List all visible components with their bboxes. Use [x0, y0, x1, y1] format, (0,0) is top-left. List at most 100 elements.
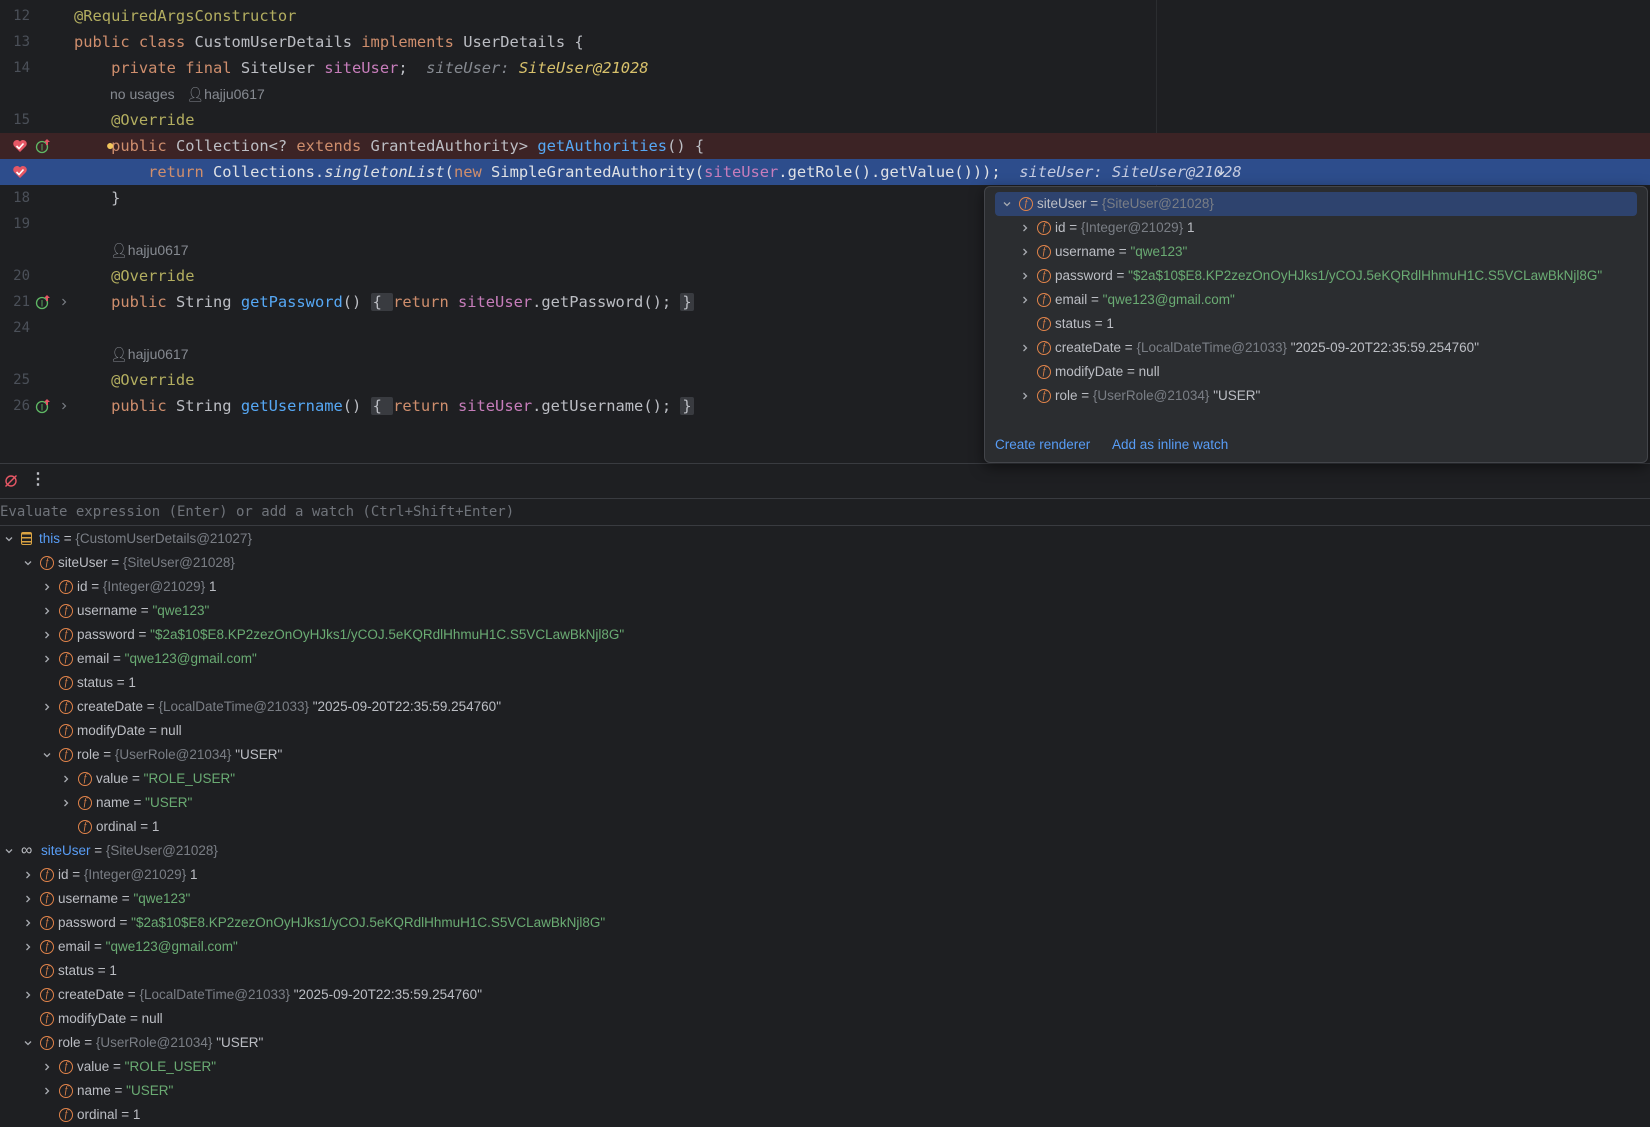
chevron-right-icon[interactable]	[22, 869, 34, 881]
chevron-right-icon[interactable]	[1019, 342, 1031, 354]
variable-row-role[interactable]: f role = {UserRole@21034} "USER"	[995, 384, 1637, 408]
chevron-down-icon[interactable]	[3, 533, 15, 545]
chevron-down-icon[interactable]	[22, 1037, 34, 1049]
author-hint[interactable]: hajju0617	[128, 242, 189, 258]
evaluate-expression-input[interactable]: Evaluate expression (Enter) or add a wat…	[0, 498, 1650, 526]
chevron-right-icon[interactable]	[1019, 222, 1031, 234]
chevron-right-icon[interactable]	[60, 773, 72, 785]
mute-breakpoints-icon[interactable]	[4, 474, 18, 488]
chevron-right-icon[interactable]	[1019, 270, 1031, 282]
variable-row-siteuser[interactable]: ∞ siteUser = {SiteUser@21028}	[0, 839, 1650, 863]
chevron-right-icon[interactable]	[41, 605, 53, 617]
variable-row-password[interactable]: f password = "$2a$10$E8.KP2zezOnOyHJks1/y…	[0, 911, 1650, 935]
variable-row-name[interactable]: f name = "USER"	[0, 791, 1650, 815]
variable-row-ordinal[interactable]: f ordinal = 1	[0, 815, 1650, 839]
variable-row-email[interactable]: f email = "qwe123@gmail.com"	[0, 935, 1650, 959]
code-line-15[interactable]: 15 @Override	[0, 107, 1650, 133]
field-icon: f	[59, 700, 73, 714]
chevron-right-icon[interactable]	[41, 581, 53, 593]
field-icon: f	[1037, 389, 1051, 403]
code-text[interactable]: return Collections.singletonList(new Sim…	[74, 159, 1241, 185]
chevron-down-icon[interactable]	[1216, 168, 1226, 178]
code-text[interactable]: public class CustomUserDetails implement…	[74, 29, 584, 55]
variable-row-id[interactable]: f id = {Integer@21029} 1	[0, 863, 1650, 887]
code-text[interactable]: @Override	[74, 107, 194, 133]
chevron-right-icon[interactable]	[1019, 390, 1031, 402]
chevron-down-icon[interactable]	[3, 845, 15, 857]
author-hint[interactable]: hajju0617	[128, 346, 189, 362]
breakpoint-icon[interactable]	[12, 138, 28, 154]
chevron-down-icon[interactable]	[41, 749, 53, 761]
implements-method-icon[interactable]: I	[35, 138, 51, 154]
variable-row-name[interactable]: f name = "USER"	[0, 1079, 1650, 1103]
variable-row-createdate[interactable]: f createDate = {LocalDateTime@21033} "202…	[0, 983, 1650, 1007]
variable-row-username[interactable]: f username = "qwe123"	[0, 599, 1650, 623]
variable-row-username[interactable]: f username = "qwe123"	[995, 240, 1637, 264]
usages-hint[interactable]: no usages	[110, 86, 175, 102]
code-text[interactable]: @Override	[74, 263, 194, 289]
variable-name: value	[77, 1059, 110, 1074]
chevron-right-icon[interactable]	[60, 797, 72, 809]
variable-row-password[interactable]: f password = "$2a$10$E8.KP2zezOnOyHJks1/y…	[995, 264, 1637, 288]
chevron-down-icon[interactable]	[1001, 198, 1013, 210]
variable-row-this[interactable]: this = {CustomUserDetails@21027}	[0, 527, 1650, 551]
chevron-right-icon[interactable]	[41, 1061, 53, 1073]
code-text[interactable]: public Collection<? extends GrantedAutho…	[74, 133, 704, 159]
variable-row-email[interactable]: f email = "qwe123@gmail.com"	[995, 288, 1637, 312]
chevron-right-icon[interactable]	[1019, 294, 1031, 306]
chevron-right-icon[interactable]	[41, 653, 53, 665]
variable-row-email[interactable]: f email = "qwe123@gmail.com"	[0, 647, 1650, 671]
variable-row-role[interactable]: f role = {UserRole@21034} "USER"	[0, 743, 1650, 767]
author-hint[interactable]: hajju0617	[204, 86, 265, 102]
variable-row-modifydate[interactable]: f modifyDate = null	[0, 1007, 1650, 1031]
chevron-down-icon[interactable]	[22, 557, 34, 569]
implements-method-icon[interactable]: I	[35, 294, 51, 310]
code-text[interactable]: private final SiteUser siteUser; siteUse…	[74, 55, 649, 81]
chevron-right-icon[interactable]	[41, 629, 53, 641]
create-renderer-link[interactable]: Create renderer	[995, 437, 1090, 452]
chevron-right-icon[interactable]	[41, 1085, 53, 1097]
variable-row-modifydate[interactable]: f modifyDate = null	[0, 719, 1650, 743]
code-text[interactable]: public String getPassword() { return sit…	[74, 289, 694, 315]
variable-name: username	[77, 603, 138, 618]
more-options-icon[interactable]: ⋮	[30, 471, 46, 489]
variable-row-id[interactable]: f id = {Integer@21029} 1	[0, 575, 1650, 599]
variable-row-id[interactable]: f id = {Integer@21029} 1	[995, 216, 1637, 240]
variable-row-password[interactable]: f password = "$2a$10$E8.KP2zezOnOyHJks1/y…	[0, 623, 1650, 647]
variable-row-value[interactable]: f value = "ROLE_USER"	[0, 767, 1650, 791]
code-line-14[interactable]: 14 private final SiteUser siteUser; site…	[0, 55, 1650, 81]
variable-row-role[interactable]: f role = {UserRole@21034} "USER"	[0, 1031, 1650, 1055]
variable-row-status[interactable]: f status = 1	[0, 959, 1650, 983]
breakpoint-icon[interactable]	[12, 164, 28, 180]
variable-row-siteuser[interactable]: f siteUser = {SiteUser@21028}	[0, 551, 1650, 575]
chevron-right-icon[interactable]	[41, 701, 53, 713]
variable-row-status[interactable]: f status = 1	[995, 312, 1637, 336]
code-text[interactable]: @Override	[74, 367, 194, 393]
fold-chevron-icon[interactable]	[59, 297, 69, 307]
chevron-right-icon[interactable]	[1019, 246, 1031, 258]
variable-row-createdate[interactable]: f createDate = {LocalDateTime@21033} "202…	[0, 695, 1650, 719]
fold-chevron-icon[interactable]	[59, 401, 69, 411]
chevron-right-icon[interactable]	[22, 893, 34, 905]
variable-row-username[interactable]: f username = "qwe123"	[0, 887, 1650, 911]
code-text[interactable]: public String getUsername() { return sit…	[74, 393, 694, 419]
variable-row-status[interactable]: f status = 1	[0, 671, 1650, 695]
variable-row-siteuser[interactable]: f siteUser = {SiteUser@21028}	[995, 192, 1637, 216]
variable-row-modifydate[interactable]: f modifyDate = null	[995, 360, 1637, 384]
code-line-17-execution-point[interactable]: return Collections.singletonList(new Sim…	[0, 159, 1650, 185]
bulb-icon[interactable]: ●	[106, 137, 114, 153]
code-token: siteUser	[324, 59, 399, 77]
code-text[interactable]: @RequiredArgsConstructor	[74, 3, 296, 29]
code-line-13[interactable]: 13 public class CustomUserDetails implem…	[0, 29, 1650, 55]
add-inline-watch-link[interactable]: Add as inline watch	[1112, 437, 1228, 452]
variable-row-ordinal[interactable]: f ordinal = 1	[0, 1103, 1650, 1127]
chevron-right-icon[interactable]	[22, 941, 34, 953]
variable-row-value[interactable]: f value = "ROLE_USER"	[0, 1055, 1650, 1079]
code-text[interactable]: }	[74, 185, 120, 211]
chevron-right-icon[interactable]	[22, 917, 34, 929]
chevron-right-icon[interactable]	[22, 989, 34, 1001]
variable-row-createdate[interactable]: f createDate = {LocalDateTime@21033} "202…	[995, 336, 1637, 360]
code-line-12[interactable]: 12 @RequiredArgsConstructor	[0, 3, 1650, 29]
implements-method-icon[interactable]: I	[35, 398, 51, 414]
code-line-16-breakpoint[interactable]: I public Collection<? extends GrantedAut…	[0, 133, 1650, 159]
